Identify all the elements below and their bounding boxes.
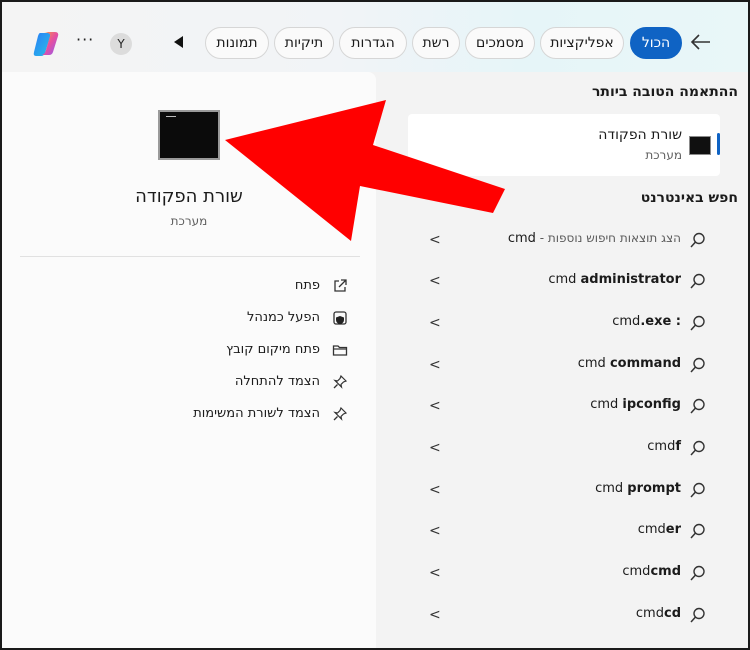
command-prompt-icon xyxy=(158,110,220,160)
search-icon xyxy=(690,357,705,373)
best-match-result[interactable]: שורת הפקודה מערכת xyxy=(408,114,720,176)
app-category: מערכת xyxy=(170,214,208,228)
open-action[interactable]: פתח xyxy=(68,274,348,300)
suggestion-text: cmdcd xyxy=(635,606,681,621)
search-icon xyxy=(690,440,705,456)
tab-photos[interactable]: תמונות xyxy=(205,27,269,59)
start-search-window: הכול אפליקציות מסמכים רשת הגדרות תיקיות … xyxy=(0,0,750,650)
best-match-title: שורת הפקודה xyxy=(598,127,682,143)
web-suggestion-row[interactable]: < cmd - הצג תוצאות חיפוש נוספות xyxy=(407,220,727,260)
chevron-left-icon[interactable]: < xyxy=(429,482,441,498)
suggestion-text: cmdf xyxy=(647,439,681,454)
account-avatar[interactable]: Y xyxy=(110,33,132,55)
app-title: שורת הפקודה xyxy=(135,186,243,207)
open-file-location-action[interactable]: פתח מיקום קובץ xyxy=(68,338,348,364)
scroll-left-icon[interactable] xyxy=(174,36,183,48)
web-suggestion-row[interactable]: < cmdcmd xyxy=(407,553,727,593)
web-suggestion-row[interactable]: < cmd.exe : xyxy=(407,303,727,343)
search-icon xyxy=(690,565,705,581)
pin-to-start-action[interactable]: הצמד להתחלה xyxy=(68,370,348,396)
search-icon xyxy=(690,315,705,331)
web-suggestion-row[interactable]: < cmd administrator xyxy=(407,261,727,301)
copilot-icon[interactable] xyxy=(31,29,61,59)
tab-apps[interactable]: אפליקציות xyxy=(540,27,624,59)
suggestion-text: cmd.exe : xyxy=(612,314,681,329)
best-match-heading: ההתאמה הטובה ביותר xyxy=(591,84,738,100)
suggestion-text: cmder xyxy=(637,522,681,537)
search-filter-bar: הכול אפליקציות מסמכים רשת הגדרות תיקיות … xyxy=(2,2,748,72)
open-external-icon xyxy=(334,279,347,292)
suggestion-text: cmd - הצג תוצאות חיפוש נוספות xyxy=(507,231,681,246)
selection-indicator xyxy=(717,133,720,155)
web-suggestion-row[interactable]: < cmder xyxy=(407,511,727,551)
tab-settings[interactable]: הגדרות xyxy=(339,27,407,59)
web-suggestion-row[interactable]: < cmdf xyxy=(407,428,727,468)
action-label: הצמד לשורת המשימות xyxy=(193,406,320,421)
chevron-left-icon[interactable]: < xyxy=(429,565,441,581)
web-suggestion-row[interactable]: < cmd command xyxy=(407,345,727,385)
divider xyxy=(20,256,360,257)
tab-web[interactable]: רשת xyxy=(412,27,460,59)
search-icon xyxy=(690,607,705,623)
chevron-left-icon[interactable]: < xyxy=(429,398,441,414)
suggestion-text: cmd prompt xyxy=(595,481,681,496)
web-suggestion-row[interactable]: < cmdcd xyxy=(407,595,727,635)
search-icon xyxy=(690,232,705,248)
chevron-left-icon[interactable]: < xyxy=(429,273,441,289)
web-suggestion-row[interactable]: < cmd ipconfig xyxy=(407,386,727,426)
chevron-left-icon[interactable]: < xyxy=(429,440,441,456)
search-icon xyxy=(690,398,705,414)
action-label: פתח מיקום קובץ xyxy=(226,342,320,357)
tab-documents[interactable]: מסמכים xyxy=(465,27,535,59)
search-icon xyxy=(690,482,705,498)
chevron-left-icon[interactable]: < xyxy=(429,232,441,248)
suggestion-text: cmd command xyxy=(577,356,681,371)
pin-to-taskbar-action[interactable]: הצמד לשורת המשימות xyxy=(68,402,348,428)
action-label: פתח xyxy=(294,278,320,293)
pin-icon xyxy=(333,406,348,421)
more-options-icon[interactable]: ··· xyxy=(76,30,94,49)
tab-folders[interactable]: תיקיות xyxy=(274,27,334,59)
chevron-left-icon[interactable]: < xyxy=(429,315,441,331)
suggestion-text: cmd ipconfig xyxy=(590,397,681,412)
folder-icon xyxy=(332,345,348,356)
command-prompt-icon xyxy=(689,136,711,155)
pin-icon xyxy=(333,374,348,389)
suggestion-text: cmdcmd xyxy=(622,564,681,579)
run-as-admin-action[interactable]: הפעל כמנהל xyxy=(68,306,348,332)
search-icon xyxy=(690,523,705,539)
app-detail-panel: שורת הפקודה מערכת פתח הפעל כמנהל פתח מיק… xyxy=(2,72,376,648)
web-search-heading: חפש באינטרנט xyxy=(640,190,738,206)
suggestion-text: cmd administrator xyxy=(548,272,681,287)
web-suggestion-row[interactable]: < cmd prompt xyxy=(407,470,727,510)
back-arrow-icon[interactable] xyxy=(688,29,714,55)
chevron-left-icon[interactable]: < xyxy=(429,523,441,539)
search-icon xyxy=(690,273,705,289)
chevron-left-icon[interactable]: < xyxy=(429,357,441,373)
tab-all[interactable]: הכול xyxy=(630,27,682,59)
action-label: הפעל כמנהל xyxy=(246,310,320,325)
chevron-left-icon[interactable]: < xyxy=(429,607,441,623)
action-label: הצמד להתחלה xyxy=(234,374,320,389)
best-match-subtitle: מערכת xyxy=(645,148,682,162)
admin-shield-icon xyxy=(333,311,347,325)
